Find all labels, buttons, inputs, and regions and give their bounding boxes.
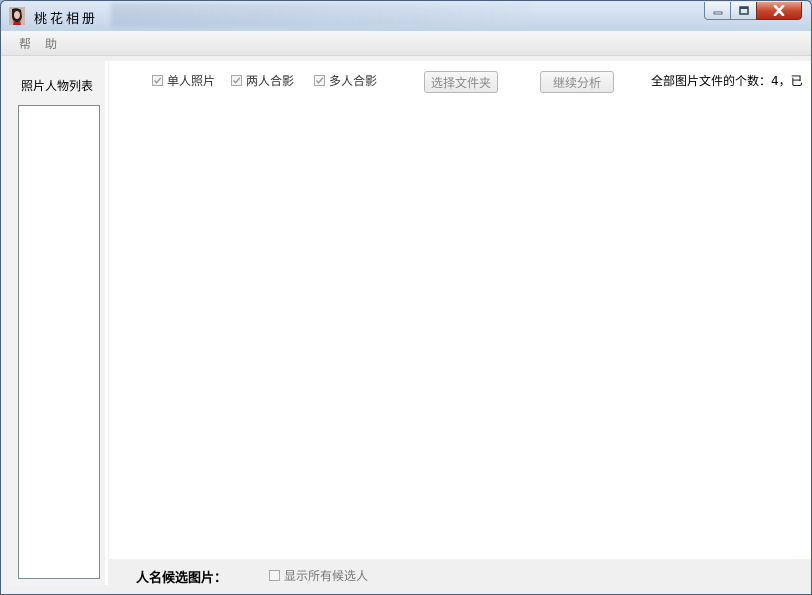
two-person-label: 两人合影 <box>246 74 295 88</box>
minimize-icon <box>713 7 723 15</box>
maximize-icon <box>738 6 749 15</box>
group-photo-label: 多人合影 <box>329 74 378 88</box>
app-icon[interactable] <box>9 7 25 25</box>
maximize-button[interactable] <box>730 2 757 20</box>
two-person-checkbox[interactable]: 两人合影 <box>231 72 294 89</box>
photo-display-area[interactable]: 单人照片 两人合影 多人合影 选择文件夹 继续分析 全部图片文件的个数：4，已 <box>109 61 811 556</box>
single-photo-label: 单人照片 <box>167 74 216 88</box>
menu-item-help-2[interactable]: 助 <box>45 35 57 52</box>
title-bar-blur <box>111 3 531 27</box>
menu-bar: 帮 助 <box>1 31 811 56</box>
close-icon <box>773 5 785 16</box>
show-all-candidates-label: 显示所有候选人 <box>284 569 369 583</box>
close-button[interactable] <box>756 2 802 20</box>
minimize-button[interactable] <box>704 2 731 20</box>
checkbox-check-icon <box>231 75 242 86</box>
people-list-title: 照片人物列表 <box>21 79 94 93</box>
people-listbox[interactable] <box>18 105 100 579</box>
single-photo-checkbox[interactable]: 单人照片 <box>152 72 215 89</box>
continue-analysis-button[interactable]: 继续分析 <box>540 71 614 93</box>
checkbox-empty-icon <box>269 570 280 581</box>
candidate-bar: 人名候选图片： 显示所有候选人 <box>109 556 811 594</box>
select-folder-button[interactable]: 选择文件夹 <box>424 71 498 93</box>
app-window: 桃花相册 帮 助 照片人物列表 单人照片 两人合影 多人合影 选择文件夹 继续分… <box>0 0 812 595</box>
menu-item-help-1[interactable]: 帮 <box>19 35 31 52</box>
window-title: 桃花相册 <box>34 12 99 27</box>
show-all-candidates-checkbox[interactable]: 显示所有候选人 <box>269 567 368 584</box>
people-list-panel: 照片人物列表 <box>8 61 108 585</box>
title-bar[interactable]: 桃花相册 <box>1 1 811 31</box>
group-photo-checkbox[interactable]: 多人合影 <box>314 72 377 89</box>
checkbox-check-icon <box>152 75 163 86</box>
candidate-label: 人名候选图片： <box>136 571 228 586</box>
checkbox-check-icon <box>314 75 325 86</box>
file-count-text: 全部图片文件的个数：4，已 <box>651 74 803 88</box>
